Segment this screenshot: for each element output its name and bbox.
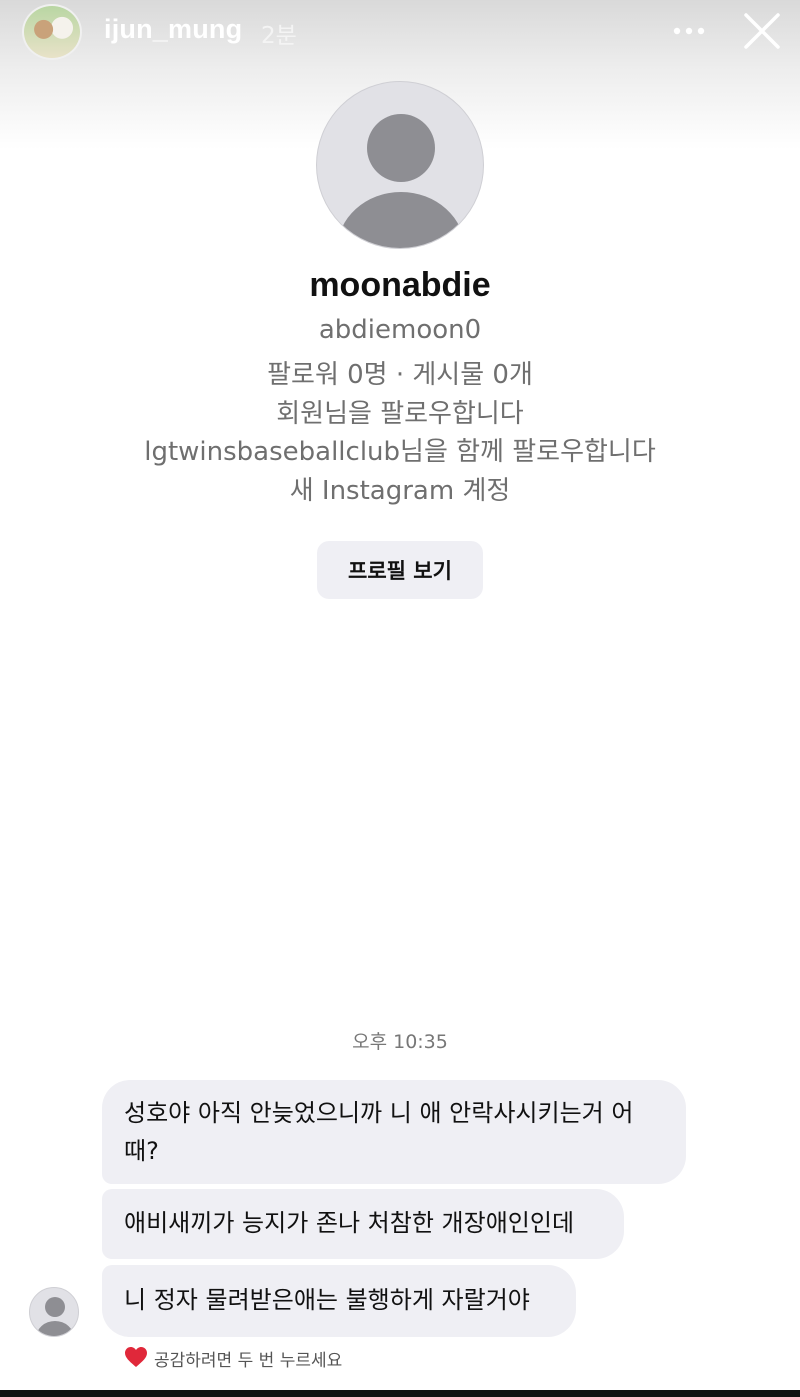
profile-new-account: 새 Instagram 계정: [289, 476, 511, 506]
message-bubble[interactable]: 성호야 아직 안늦었으니까 니 애 안락사시키는거 어 때?: [102, 1080, 686, 1184]
heart-icon: [125, 1347, 147, 1367]
message-text: 니 정자 물려받은애는 불행하게 자랄거야: [124, 1286, 530, 1314]
profile-handle: abdiemoon0: [318, 315, 482, 345]
more-icon[interactable]: [672, 22, 706, 40]
story-author-avatar[interactable]: [22, 4, 82, 60]
message-timestamp: 오후 10:35: [352, 1031, 448, 1053]
story-post-time: 2분: [261, 23, 297, 49]
view-profile-button[interactable]: 프로필 보기: [317, 541, 483, 599]
default-avatar-icon: [337, 114, 465, 248]
close-icon[interactable]: [742, 11, 782, 51]
story-author-username[interactable]: ijun_mung: [104, 14, 242, 45]
default-avatar-icon: [36, 1297, 74, 1336]
message-text: 애비새끼가 능지가 존나 처참한 개장애인인데: [124, 1209, 575, 1237]
profile-mutual-follow: lgtwinsbaseballclub님을 함께 팔로우합니다: [144, 437, 656, 467]
message-text: 성호야 아직 안늦었으니까 니 애 안락사시키는거 어: [124, 1099, 634, 1127]
profile-name: moonabdie: [309, 266, 491, 304]
bottom-edge: [0, 1390, 800, 1397]
profile-follows-you: 회원님을 팔로우합니다: [276, 399, 524, 429]
profile-stats: 팔로워 0명 · 게시물 0개: [267, 360, 533, 390]
message-bubble[interactable]: 니 정자 물려받은애는 불행하게 자랄거야: [102, 1265, 576, 1337]
message-bubble[interactable]: 애비새끼가 능지가 존나 처참한 개장애인인데: [102, 1189, 624, 1259]
sender-avatar[interactable]: [29, 1287, 79, 1337]
reaction-hint-text: 공감하려면 두 번 누르세요: [154, 1351, 343, 1371]
profile-avatar[interactable]: [316, 81, 484, 249]
story-header: ijun_mung 2분: [0, 0, 800, 70]
message-text: 때?: [124, 1137, 159, 1165]
